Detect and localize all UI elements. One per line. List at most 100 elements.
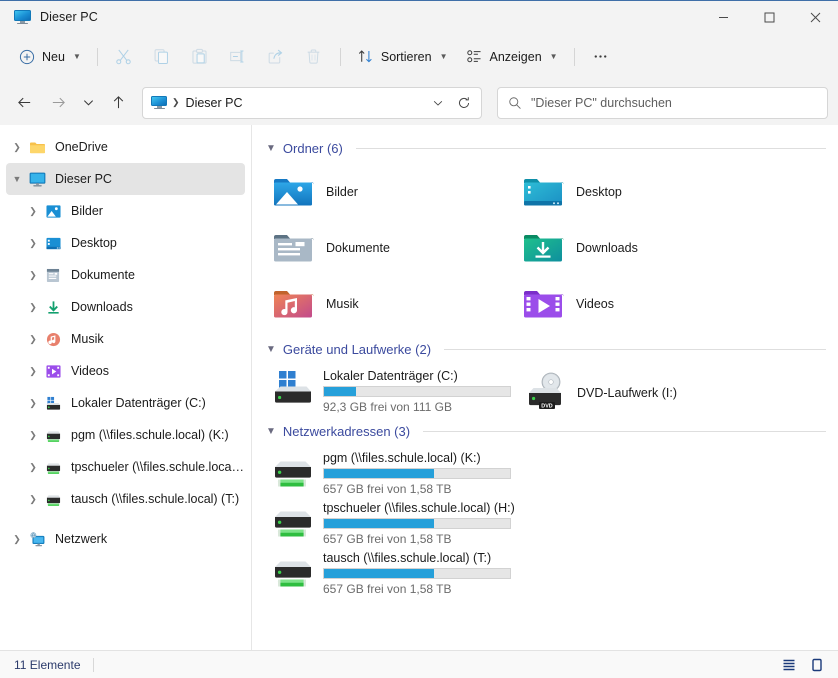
- folder-item-bilder[interactable]: Bilder: [268, 164, 518, 220]
- chevron-down-icon[interactable]: ▼: [266, 344, 276, 355]
- back-button[interactable]: [8, 87, 40, 119]
- navigation-bar: ❯ Dieser PC "Dieser PC" durchsuchen: [0, 80, 838, 125]
- network-drive-item-h[interactable]: tpschueler (\\files.schule.local) (H:) 6…: [268, 498, 568, 548]
- drive-free-text: 657 GB frei von 1,58 TB: [323, 532, 452, 546]
- chevron-right-icon[interactable]: ❯: [22, 302, 44, 313]
- section-divider: [355, 147, 826, 149]
- refresh-button[interactable]: [451, 90, 477, 116]
- new-button[interactable]: Neu ▼: [10, 41, 90, 73]
- section-header-network[interactable]: ▼ Netzwerkadressen (3): [252, 418, 838, 444]
- drive-usage-bar: [323, 468, 511, 479]
- sidebar-item-dokumente[interactable]: ❯ Dokumente: [6, 259, 245, 291]
- breadcrumb-current[interactable]: Dieser PC: [186, 96, 425, 110]
- chevron-down-icon: ▼: [439, 52, 448, 61]
- folder-item-dokumente[interactable]: Dokumente: [268, 220, 518, 276]
- chevron-right-icon[interactable]: ❯: [6, 534, 28, 545]
- section-title: Ordner (6): [282, 140, 343, 156]
- sidebar-item-label: Dieser PC: [55, 172, 112, 186]
- sidebar-item-bilder[interactable]: ❯ Bilder: [6, 195, 245, 227]
- copy-button[interactable]: [143, 41, 181, 73]
- chevron-down-icon[interactable]: ▼: [6, 174, 28, 184]
- chevron-right-icon[interactable]: ❯: [22, 494, 44, 505]
- folder-item-desktop[interactable]: Desktop: [518, 164, 768, 220]
- address-dropdown-button[interactable]: [425, 90, 451, 116]
- delete-button[interactable]: [295, 41, 333, 73]
- sidebar-item-label: Bilder: [71, 204, 103, 218]
- drive-info: Lokaler Datenträger (C:) 92,3 GB frei vo…: [323, 368, 511, 414]
- refresh-icon: [458, 96, 470, 108]
- sidebar-item-network-drive-t[interactable]: ❯ tausch (\\files.schule.local) (T:): [6, 483, 245, 515]
- monitor-icon: [28, 172, 46, 187]
- sidebar-item-dieser-pc[interactable]: ▼ Dieser PC: [6, 163, 245, 195]
- drive-name: Lokaler Datenträger (C:): [323, 369, 458, 383]
- ellipsis-icon: [594, 55, 607, 58]
- item-count-label: 11 Elemente: [14, 657, 81, 672]
- more-options-button[interactable]: [582, 41, 620, 73]
- content-pane: ▼ Ordner (6) Bilder Desktop Dokumente Do…: [252, 125, 838, 650]
- drive-item-dvd-i[interactable]: DVD DVD-Laufwerk (I:): [522, 366, 776, 416]
- sidebar-item-musik[interactable]: ❯ Musik: [6, 323, 245, 355]
- sidebar-item-network-drive-k[interactable]: ❯ pgm (\\files.schule.local) (K:): [6, 419, 245, 451]
- view-button[interactable]: Anzeigen ▼: [457, 41, 567, 73]
- details-view-button[interactable]: [778, 654, 800, 676]
- breadcrumb-monitor-icon: [151, 95, 167, 110]
- chevron-right-icon[interactable]: ❯: [22, 430, 44, 441]
- chevron-right-icon[interactable]: ❯: [22, 398, 44, 409]
- minimize-button[interactable]: [700, 1, 746, 34]
- chevron-right-icon[interactable]: ❯: [6, 142, 28, 153]
- sidebar-item-onedrive[interactable]: ❯ OneDrive: [6, 131, 245, 163]
- folder-item-musik[interactable]: Musik: [268, 276, 518, 332]
- network-drive-item-k[interactable]: pgm (\\files.schule.local) (K:) 657 GB f…: [268, 448, 568, 498]
- chevron-down-icon: ▼: [72, 52, 81, 61]
- sidebar-item-label: pgm (\\files.schule.local) (K:): [71, 428, 229, 442]
- rename-button[interactable]: [219, 41, 257, 73]
- paste-button[interactable]: [181, 41, 219, 73]
- toolbar-divider-3: [573, 47, 575, 66]
- monitor-icon: [14, 9, 31, 25]
- address-bar[interactable]: ❯ Dieser PC: [142, 86, 482, 119]
- chevron-right-icon[interactable]: ❯: [22, 206, 44, 217]
- section-header-drives[interactable]: ▼ Geräte und Laufwerke (2): [252, 336, 838, 362]
- search-input[interactable]: "Dieser PC" durchsuchen: [531, 96, 672, 110]
- drive-name: pgm (\\files.schule.local) (K:): [323, 451, 481, 465]
- sort-button[interactable]: Sortieren ▼: [348, 41, 457, 73]
- sidebar-item-local-drive-c[interactable]: ❯ Lokaler Datenträger (C:): [6, 387, 245, 419]
- share-button[interactable]: [257, 41, 295, 73]
- breadcrumb-separator-icon: ❯: [172, 97, 180, 107]
- chevron-right-icon[interactable]: ❯: [22, 238, 44, 249]
- drive-name: tausch (\\files.schule.local) (T:): [323, 551, 492, 565]
- drive-usage-bar: [323, 518, 511, 529]
- search-box[interactable]: "Dieser PC" durchsuchen: [497, 86, 828, 119]
- folder-item-downloads[interactable]: Downloads: [518, 220, 768, 276]
- chevron-down-icon: [433, 100, 443, 106]
- chevron-right-icon[interactable]: ❯: [22, 366, 44, 377]
- section-divider: [444, 348, 826, 350]
- chevron-down-icon[interactable]: ▼: [266, 143, 276, 154]
- network-drive-item-t[interactable]: tausch (\\files.schule.local) (T:) 657 G…: [268, 548, 568, 598]
- folder-item-label: Dokumente: [326, 241, 390, 255]
- sidebar-item-network-drive-h[interactable]: ❯ tpschueler (\\files.schule.local) (H:): [6, 451, 245, 483]
- sidebar-item-netzwerk[interactable]: ❯ Netzwerk: [6, 523, 245, 555]
- local-drive-icon: [44, 396, 62, 411]
- maximize-button[interactable]: [746, 1, 792, 34]
- main-body: ❯ OneDrive ▼ Dieser PC ❯ Bilder ❯ Deskto…: [0, 125, 838, 650]
- folder-item-videos[interactable]: Videos: [518, 276, 768, 332]
- close-button[interactable]: [792, 1, 838, 34]
- forward-button[interactable]: [42, 87, 74, 119]
- section-header-folders[interactable]: ▼ Ordner (6): [252, 135, 838, 161]
- chevron-down-icon[interactable]: ▼: [266, 426, 276, 437]
- chevron-right-icon[interactable]: ❯: [22, 334, 44, 345]
- sidebar-item-desktop[interactable]: ❯ Desktop: [6, 227, 245, 259]
- recent-locations-button[interactable]: [76, 87, 100, 119]
- chevron-right-icon[interactable]: ❯: [22, 270, 44, 281]
- sidebar-item-videos[interactable]: ❯ Videos: [6, 355, 245, 387]
- sidebar-item-label: OneDrive: [55, 140, 108, 154]
- drive-item-local-c[interactable]: Lokaler Datenträger (C:) 92,3 GB frei vo…: [268, 366, 522, 416]
- chevron-right-icon[interactable]: ❯: [22, 462, 44, 473]
- up-button[interactable]: [102, 87, 134, 119]
- sort-icon: [358, 50, 372, 63]
- sidebar-item-downloads[interactable]: ❯ Downloads: [6, 291, 245, 323]
- tiles-view-button[interactable]: [806, 654, 828, 676]
- file-explorer-window: Dieser PC Neu ▼ Sortieren ▼ Anzeigen ▼ ❯…: [0, 0, 838, 678]
- cut-button[interactable]: [105, 41, 143, 73]
